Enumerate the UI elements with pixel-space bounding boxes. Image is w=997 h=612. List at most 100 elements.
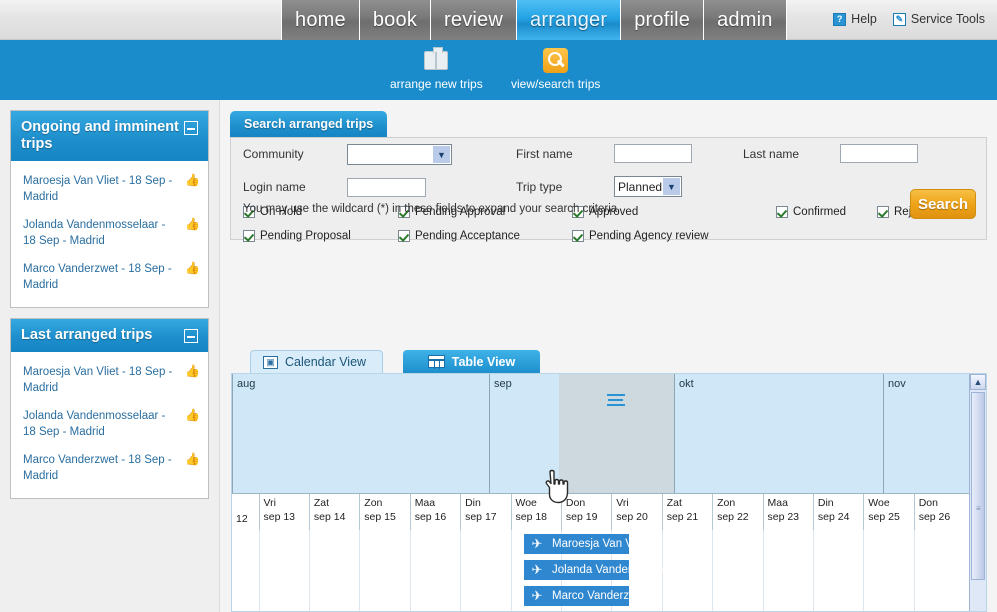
list-item[interactable]: Jolanda Vandenmosselaar - 18 Sep - Madri… bbox=[19, 211, 200, 255]
list-item[interactable]: Marco Vanderzwet - 18 Sep - Madrid 👍 bbox=[19, 446, 200, 490]
top-bar: home book review arranger profile admin ? Hel… bbox=[0, 0, 997, 40]
grid-line bbox=[913, 530, 915, 611]
nav-tab-book[interactable]: book bbox=[359, 0, 432, 40]
trip-type-select[interactable]: Planned ▼ bbox=[614, 176, 682, 197]
day-cell: Maa sep 16 bbox=[409, 494, 460, 531]
day-cell: Din sep 17 bbox=[460, 494, 510, 531]
grid-line bbox=[762, 530, 764, 611]
nav-tab-label: profile bbox=[634, 8, 691, 31]
thumbs-up-icon[interactable]: 👍 bbox=[185, 453, 200, 465]
grid-line bbox=[258, 530, 260, 611]
list-item[interactable]: Maroesja Van Vliet - 18 Sep - Madrid 👍 bbox=[19, 358, 200, 402]
checkbox-pending-acceptance[interactable]: Pending Acceptance bbox=[398, 230, 520, 242]
arrange-new-trips-button[interactable]: arrange new trips bbox=[390, 46, 483, 91]
pencil-square-icon: ✎ bbox=[892, 12, 906, 26]
checkbox-confirmed[interactable]: Confirmed bbox=[776, 206, 846, 218]
month-label: aug bbox=[237, 378, 256, 390]
day-of-week-label: Zon bbox=[717, 497, 736, 509]
list-item-label: Marco Vanderzwet - 18 Sep - Madrid bbox=[23, 263, 172, 291]
tab-table-view-label: Table View bbox=[451, 354, 516, 369]
day-date-label: sep 20 bbox=[616, 511, 648, 523]
main-navigation: home book review arranger profile admin bbox=[281, 0, 787, 40]
day-date-label: sep 25 bbox=[868, 511, 900, 523]
checkmark-icon[interactable] bbox=[877, 206, 889, 218]
tab-search-arranged-trips[interactable]: Search arranged trips bbox=[230, 111, 388, 137]
thumbs-up-icon[interactable]: 👍 bbox=[185, 174, 200, 186]
checkmark-icon[interactable] bbox=[572, 230, 584, 242]
thumbs-up-icon[interactable]: 👍 bbox=[185, 409, 200, 421]
list-item[interactable]: Jolanda Vandenmosselaar - 18 Sep - Madri… bbox=[19, 402, 200, 446]
day-of-week-label: Din bbox=[465, 497, 481, 509]
calendar-trip-bar[interactable]: ✈ Jolanda Vandenmosselaar bbox=[524, 560, 687, 580]
grid-line bbox=[409, 530, 411, 611]
day-of-week-label: Zat bbox=[666, 497, 682, 509]
thumbs-up-icon[interactable]: 👍 bbox=[185, 365, 200, 377]
scrollbar-thumb[interactable]: ≡ bbox=[971, 392, 985, 580]
view-search-trips-label: view/search trips bbox=[511, 77, 601, 91]
day-cell: Zon sep 15 bbox=[359, 494, 409, 531]
checkmark-icon[interactable] bbox=[776, 206, 788, 218]
trip-type-label: Trip type bbox=[516, 180, 563, 194]
checkbox-label: Pending Acceptance bbox=[415, 230, 520, 242]
login-name-input[interactable] bbox=[347, 178, 426, 197]
grid-line bbox=[359, 530, 361, 611]
arrange-new-trips-label: arrange new trips bbox=[390, 77, 483, 91]
day-date-label: sep 14 bbox=[313, 511, 346, 523]
grid-line bbox=[460, 530, 462, 611]
checkmark-icon[interactable] bbox=[398, 230, 410, 242]
nav-tab-arranger[interactable]: arranger bbox=[517, 0, 622, 40]
collapse-box-icon[interactable] bbox=[184, 329, 198, 343]
help-link[interactable]: ? Help bbox=[833, 12, 877, 26]
sidebar-panel-body: Maroesja Van Vliet - 18 Sep - Madrid 👍 Jol… bbox=[11, 352, 208, 498]
thumbs-up-icon[interactable]: 👍 bbox=[185, 218, 200, 230]
nav-tab-profile[interactable]: profile bbox=[621, 0, 705, 40]
search-button-label: Search bbox=[917, 195, 969, 213]
checkmark-icon[interactable] bbox=[243, 230, 255, 242]
nav-tab-review[interactable]: review bbox=[431, 0, 518, 40]
nav-tab-admin[interactable]: admin bbox=[704, 0, 787, 40]
chevron-down-icon: ▼ bbox=[433, 146, 450, 163]
list-item[interactable]: Marco Vanderzwet - 18 Sep - Madrid 👍 bbox=[19, 255, 200, 299]
day-date-label: sep 26 bbox=[918, 511, 951, 523]
day-cell: Zat sep 21 bbox=[661, 494, 712, 531]
tab-table-view[interactable]: Table View bbox=[403, 350, 540, 373]
calendar-trip-bar[interactable]: ✈ Marco Vanderzwet bbox=[524, 586, 647, 606]
grid-icon bbox=[427, 355, 445, 369]
month-cell-nov: nov bbox=[883, 374, 970, 493]
checkbox-pending-proposal[interactable]: Pending Proposal bbox=[243, 230, 351, 242]
service-tools-link[interactable]: ✎ Service Tools bbox=[892, 12, 985, 26]
nav-tab-home[interactable]: home bbox=[281, 0, 360, 40]
sidebar-panel-header: Last arranged trips bbox=[11, 319, 208, 352]
thumbs-up-icon[interactable]: 👍 bbox=[185, 262, 200, 274]
calendar-month-header: aug sep okt nov bbox=[232, 374, 970, 493]
day-date-label: sep 22 bbox=[717, 511, 749, 523]
tab-calendar-view[interactable]: ▣ Calendar View bbox=[250, 350, 383, 373]
sidebar-panel-header: Ongoing and imminent trips bbox=[11, 111, 208, 161]
airplane-icon: ✈ bbox=[524, 534, 550, 554]
list-item-label: Jolanda Vandenmosselaar - 18 Sep - Madri… bbox=[23, 410, 166, 438]
day-date-label: sep 21 bbox=[666, 511, 699, 523]
first-name-input[interactable] bbox=[614, 144, 692, 163]
sidebar-panel-last-arranged: Last arranged trips Maroesja Van Vliet - … bbox=[10, 318, 209, 499]
month-label: sep bbox=[494, 378, 512, 390]
list-item[interactable]: Maroesja Van Vliet - 18 Sep - Madrid 👍 bbox=[19, 167, 200, 211]
checkbox-pending-agency-review[interactable]: Pending Agency review bbox=[572, 230, 709, 242]
calendar-trip-label: Maroesja Van Vliet bbox=[552, 538, 648, 550]
calendar-trip-bar[interactable]: ✈ Maroesja Van Vliet bbox=[524, 534, 648, 554]
search-button[interactable]: Search bbox=[910, 189, 976, 219]
day-date-label: sep 17 bbox=[465, 511, 497, 523]
day-of-week-label: Vri bbox=[263, 497, 276, 509]
view-search-trips-button[interactable]: view/search trips bbox=[511, 46, 600, 91]
day-of-week-label: Vri bbox=[616, 497, 629, 509]
chevron-up-icon[interactable]: ▲ bbox=[970, 374, 986, 390]
calendar-icon: ▣ bbox=[263, 355, 278, 369]
collapse-box-icon[interactable] bbox=[184, 121, 198, 135]
community-select[interactable]: ▼ bbox=[347, 144, 452, 165]
action-band: arrange new trips view/search trips bbox=[0, 40, 997, 100]
sidebar-panel-title: Last arranged trips bbox=[21, 327, 153, 343]
day-cell: Zat sep 14 bbox=[308, 494, 359, 531]
calendar-vertical-scrollbar[interactable]: ▲ ≡ bbox=[969, 374, 986, 611]
last-name-input[interactable] bbox=[840, 144, 918, 163]
checkbox-label: Pending Proposal bbox=[260, 230, 351, 242]
nav-tab-label: admin bbox=[717, 8, 773, 31]
